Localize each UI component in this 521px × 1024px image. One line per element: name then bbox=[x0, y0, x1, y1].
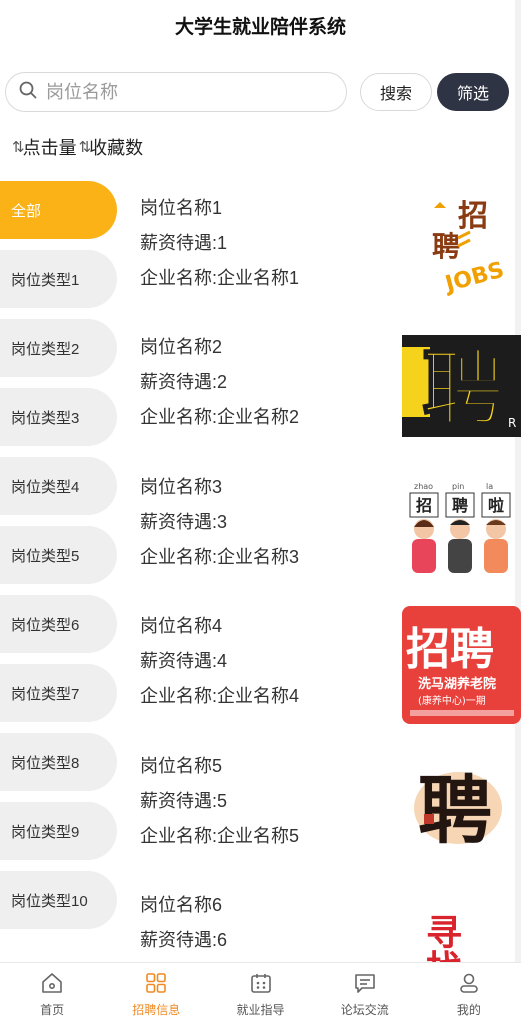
category-item[interactable]: 岗位类型7 bbox=[0, 664, 117, 722]
job-name: 岗位名称1 bbox=[140, 198, 223, 218]
svg-text:(康养中心)一期: (康养中心)一期 bbox=[418, 694, 486, 707]
svg-text:聘: 聘 bbox=[418, 768, 492, 854]
category-item[interactable]: 岗位类型2 bbox=[0, 319, 117, 377]
svg-text:聘: 聘 bbox=[422, 342, 504, 437]
job-poster-image: 聘 bbox=[400, 746, 521, 864]
tab-guide-label: 就业指导 bbox=[236, 1003, 285, 1017]
sort-bar: ⇅ 点击量 ⇅ 收藏数 bbox=[12, 134, 145, 160]
svg-text:zhao: zhao bbox=[414, 482, 433, 491]
grid-icon bbox=[146, 973, 167, 993]
poster-nursing-home-graphic: 招聘 洗马湖养老院 (康养中心)一期 bbox=[402, 606, 521, 724]
message-icon bbox=[354, 974, 375, 993]
svg-text:聘: 聘 bbox=[432, 230, 460, 263]
job-salary: 薪资待遇:2 bbox=[140, 372, 228, 392]
svg-text:la: la bbox=[486, 482, 493, 491]
calendar-icon bbox=[250, 974, 271, 993]
category-item[interactable]: 岗位类型9 bbox=[0, 802, 117, 860]
tab-recruit[interactable]: 招聘信息 bbox=[104, 963, 208, 1024]
tab-home-label: 首页 bbox=[40, 1003, 65, 1017]
sort-by-favorites[interactable]: ⇅ 收藏数 bbox=[79, 134, 144, 160]
search-button[interactable]: 搜索 bbox=[360, 73, 432, 111]
job-poster-image: 招 聘 JOBS bbox=[400, 188, 521, 306]
category-item[interactable]: 岗位类型4 bbox=[0, 457, 117, 515]
poster-calligraphy-graphic: 聘 bbox=[414, 768, 502, 854]
user-icon bbox=[460, 973, 478, 993]
job-name: 岗位名称3 bbox=[140, 477, 223, 497]
tab-recruit-label: 招聘信息 bbox=[132, 1003, 181, 1017]
svg-text:pin: pin bbox=[452, 482, 464, 491]
job-name: 岗位名称6 bbox=[140, 895, 223, 915]
job-card[interactable]: 岗位名称2 薪资待遇:2 企业名称:企业名称2 聘 R bbox=[140, 319, 521, 449]
category-all[interactable]: 全部 bbox=[0, 181, 117, 239]
sort-arrows-icon: ⇅ bbox=[78, 139, 91, 156]
tab-mine[interactable]: 我的 bbox=[417, 963, 521, 1024]
filter-button[interactable]: 筛选 bbox=[437, 73, 509, 111]
category-sidebar: 全部 岗位类型1 岗位类型2 岗位类型3 岗位类型4 岗位类型5 岗位类型6 岗… bbox=[0, 181, 120, 940]
category-item[interactable]: 岗位类型3 bbox=[0, 388, 117, 446]
tab-home[interactable]: 首页 bbox=[0, 963, 104, 1024]
tab-mine-label: 我的 bbox=[456, 1003, 481, 1017]
svg-text:招: 招 bbox=[416, 496, 432, 515]
search-box[interactable] bbox=[5, 72, 347, 112]
category-item[interactable]: 岗位类型1 bbox=[0, 250, 117, 308]
search-input[interactable] bbox=[46, 81, 326, 103]
job-salary: 薪资待遇:5 bbox=[140, 791, 228, 811]
sort-by-clicks[interactable]: ⇅ 点击量 bbox=[12, 134, 77, 160]
job-card[interactable]: 岗位名称4 薪资待遇:4 企业名称:企业名称4 招聘 洗马湖养老院 (康养中心)… bbox=[140, 598, 521, 728]
job-card[interactable]: 岗位名称5 薪资待遇:5 企业名称:企业名称5 聘 bbox=[140, 738, 521, 868]
job-salary: 薪资待遇:1 bbox=[140, 233, 228, 253]
sort-arrows-icon: ⇅ bbox=[12, 139, 24, 156]
job-poster-image: 聘 R bbox=[400, 327, 521, 445]
svg-text:R: R bbox=[508, 416, 516, 430]
poster-pin-graphic: 聘 R bbox=[402, 335, 521, 438]
job-poster-image: zhao pin la 招 聘 啦 bbox=[400, 467, 521, 585]
svg-text:招聘: 招聘 bbox=[406, 624, 494, 675]
search-row: 搜索 筛选 bbox=[5, 72, 511, 112]
job-salary: 薪资待遇:3 bbox=[140, 512, 228, 532]
job-card[interactable]: 岗位名称3 薪资待遇:3 企业名称:企业名称3 zhao pin la 招 聘 啦 bbox=[140, 459, 521, 589]
job-company: 企业名称:企业名称2 bbox=[140, 407, 300, 427]
poster-jobs-graphic: 招 聘 JOBS bbox=[432, 199, 507, 298]
page-title: 大学生就业陪伴系统 bbox=[174, 16, 346, 38]
job-poster-image: 招聘 洗马湖养老院 (康养中心)一期 bbox=[400, 606, 521, 724]
svg-text:聘: 聘 bbox=[452, 496, 468, 515]
svg-text:啦: 啦 bbox=[488, 496, 504, 515]
job-name: 岗位名称2 bbox=[140, 337, 223, 357]
tab-forum[interactable]: 论坛交流 bbox=[313, 963, 417, 1024]
job-salary: 薪资待遇:6 bbox=[140, 930, 228, 950]
job-name: 岗位名称5 bbox=[140, 756, 223, 776]
job-company: 企业名称:企业名称1 bbox=[140, 268, 300, 288]
poster-people-graphic: zhao pin la 招 聘 啦 bbox=[409, 482, 511, 573]
svg-text:JOBS: JOBS bbox=[441, 258, 507, 298]
tab-forum-label: 论坛交流 bbox=[340, 1003, 389, 1017]
job-company: 企业名称:企业名称4 bbox=[140, 686, 300, 706]
svg-text:寻: 寻 bbox=[426, 913, 462, 954]
home-icon bbox=[42, 973, 62, 993]
job-name: 岗位名称4 bbox=[140, 616, 223, 636]
tab-guide[interactable]: 就业指导 bbox=[208, 963, 312, 1024]
title-bar: 大学生就业陪伴系统 bbox=[0, 0, 521, 50]
job-company: 企业名称:企业名称5 bbox=[140, 826, 300, 846]
job-company: 企业名称:企业名称3 bbox=[140, 547, 300, 567]
category-item[interactable]: 岗位类型5 bbox=[0, 526, 117, 584]
category-item[interactable]: 岗位类型10 bbox=[0, 871, 117, 929]
sort-favorites-label: 收藏数 bbox=[89, 138, 144, 158]
category-item[interactable]: 岗位类型8 bbox=[0, 733, 117, 791]
category-item[interactable]: 岗位类型6 bbox=[0, 595, 117, 653]
bottom-tab-bar: 首页 招聘信息 就业指导 论坛交流 我的 bbox=[0, 962, 521, 1024]
job-salary: 薪资待遇:4 bbox=[140, 651, 228, 671]
search-icon bbox=[18, 80, 38, 105]
svg-text:招: 招 bbox=[458, 199, 488, 234]
svg-text:洗马湖养老院: 洗马湖养老院 bbox=[418, 676, 496, 692]
sort-clicks-label: 点击量 bbox=[22, 138, 77, 158]
job-card[interactable]: 岗位名称1 薪资待遇:1 企业名称:企业名称1 招 聘 JOBS bbox=[140, 180, 521, 310]
